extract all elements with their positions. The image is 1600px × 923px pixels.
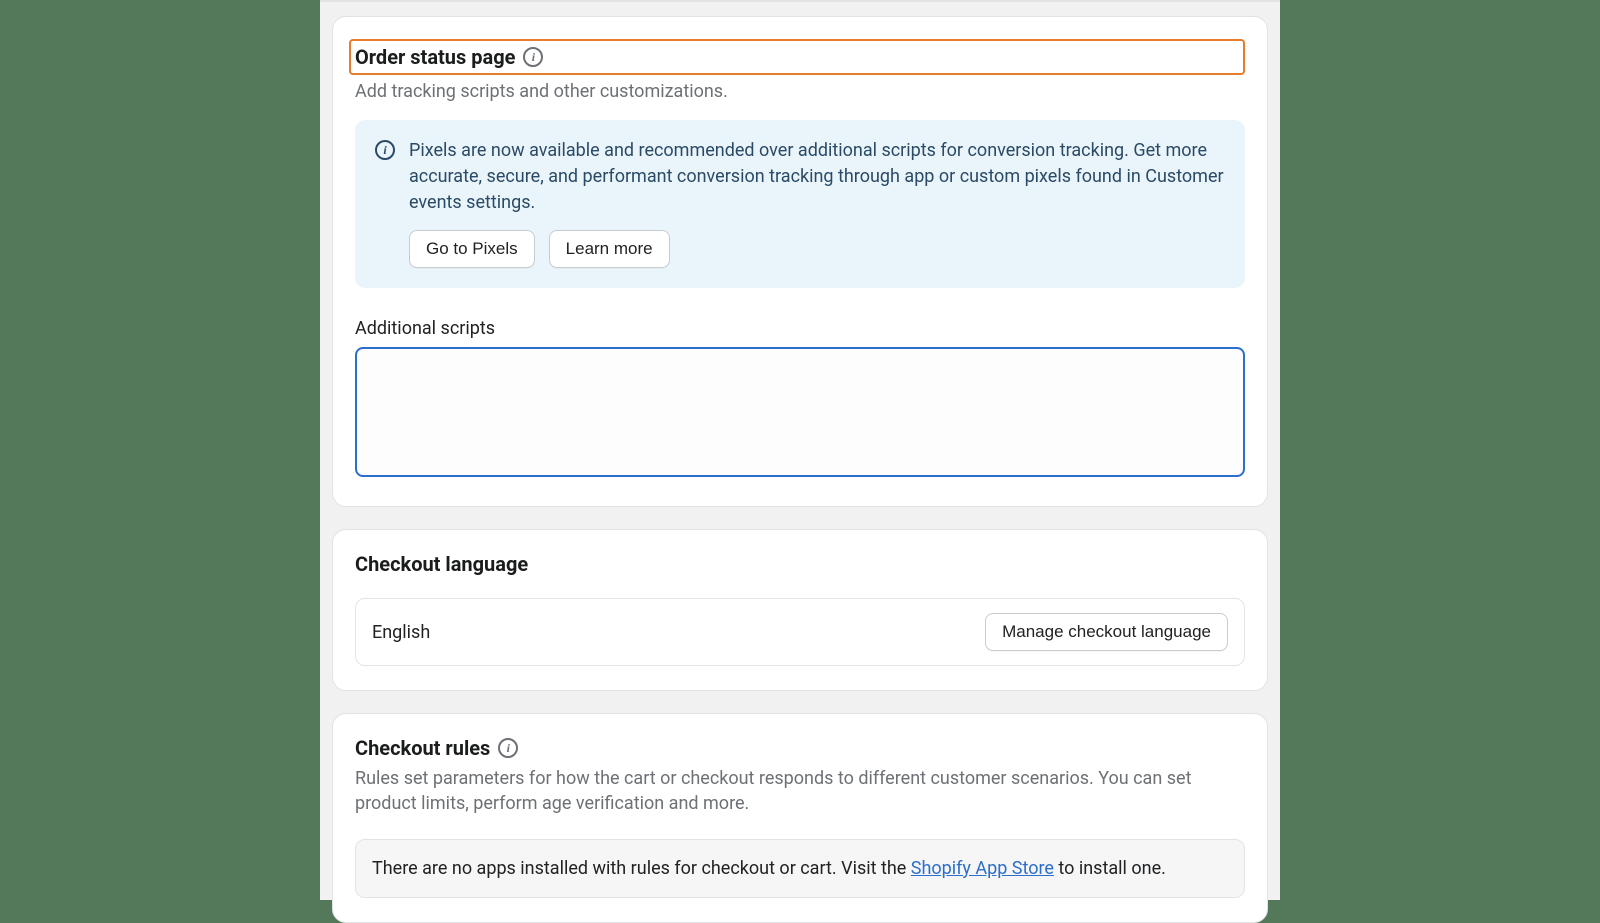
- manage-checkout-language-button[interactable]: Manage checkout language: [985, 613, 1228, 651]
- info-icon[interactable]: i: [523, 47, 543, 67]
- settings-page: Order status page i Add tracking scripts…: [320, 0, 1280, 900]
- checkout-language-card: Checkout language English Manage checkou…: [332, 529, 1268, 691]
- pixels-banner-actions: Go to Pixels Learn more: [409, 230, 1225, 268]
- checkout-language-title: Checkout language: [355, 552, 528, 576]
- order-status-title-row: Order status page i: [355, 45, 543, 69]
- checkout-language-row: English Manage checkout language: [355, 598, 1245, 666]
- info-icon: i: [375, 140, 395, 160]
- checkout-rules-empty-prefix: There are no apps installed with rules f…: [372, 858, 911, 879]
- checkout-rules-empty-suffix: to install one.: [1054, 858, 1166, 879]
- checkout-rules-card: Checkout rules i Rules set parameters fo…: [332, 713, 1268, 922]
- checkout-rules-title-row: Checkout rules i: [355, 736, 518, 760]
- pixels-banner: i Pixels are now available and recommend…: [355, 120, 1245, 288]
- additional-scripts-input[interactable]: [355, 347, 1245, 477]
- go-to-pixels-button[interactable]: Go to Pixels: [409, 230, 535, 268]
- order-status-title: Order status page: [355, 45, 515, 69]
- card-divider-top: [320, 0, 1280, 2]
- shopify-app-store-link[interactable]: Shopify App Store: [911, 858, 1054, 879]
- pixels-banner-body: Pixels are now available and recommended…: [409, 138, 1225, 268]
- learn-more-button[interactable]: Learn more: [549, 230, 670, 268]
- pixels-banner-text: Pixels are now available and recommended…: [409, 138, 1225, 216]
- checkout-rules-title: Checkout rules: [355, 736, 490, 760]
- order-status-card: Order status page i Add tracking scripts…: [332, 16, 1268, 507]
- checkout-rules-empty: There are no apps installed with rules f…: [355, 839, 1245, 898]
- additional-scripts-label: Additional scripts: [355, 318, 1245, 339]
- order-status-subtitle: Add tracking scripts and other customiza…: [355, 81, 1245, 102]
- info-icon[interactable]: i: [498, 738, 518, 758]
- checkout-language-value: English: [372, 622, 430, 643]
- checkout-rules-description: Rules set parameters for how the cart or…: [355, 766, 1245, 816]
- order-status-title-highlight: Order status page i: [349, 39, 1245, 75]
